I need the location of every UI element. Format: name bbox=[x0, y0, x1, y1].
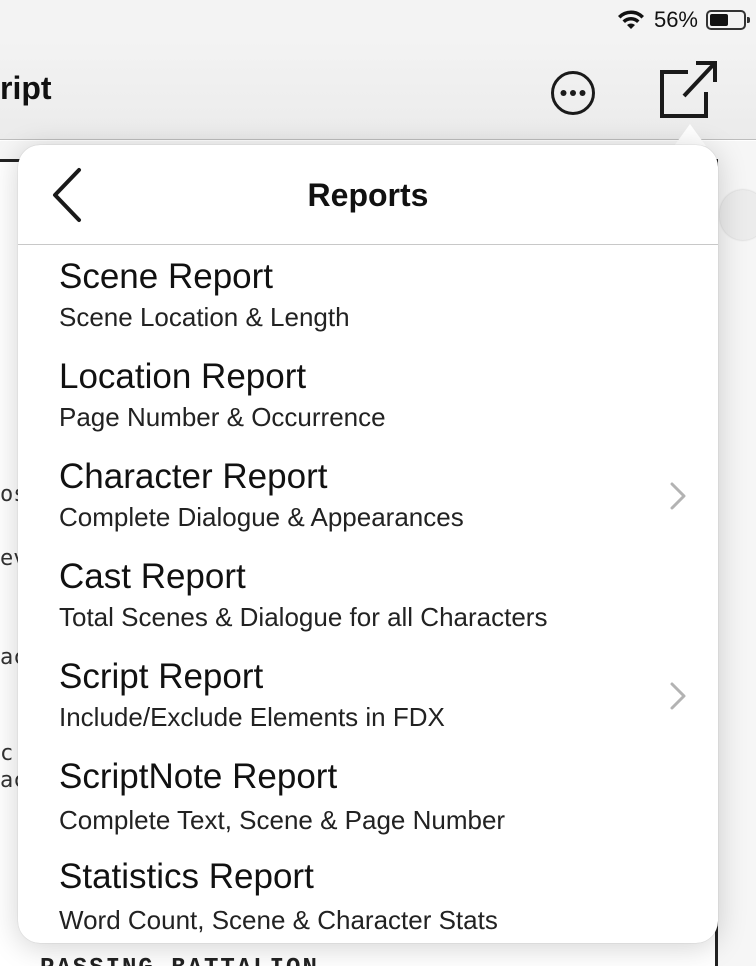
report-title: Location Report bbox=[59, 357, 307, 396]
document-title: ript bbox=[0, 70, 52, 106]
script-text-fragment: c bbox=[0, 741, 14, 766]
report-subtitle: Scene Location & Length bbox=[59, 302, 350, 332]
report-title: Character Report bbox=[59, 457, 328, 496]
report-item-location[interactable]: Location Report Page Number & Occurrence bbox=[18, 345, 718, 445]
report-subtitle: Word Count, Scene & Character Stats bbox=[59, 905, 498, 935]
battery-percentage: 56% bbox=[653, 7, 698, 32]
reports-popover: Reports Scene Report Scene Location & Le… bbox=[18, 145, 718, 943]
report-item-scriptnote[interactable]: ScriptNote Report Complete Text, Scene &… bbox=[18, 745, 718, 845]
share-export-icon bbox=[660, 61, 717, 118]
battery-level bbox=[710, 14, 728, 26]
chevron-right-icon bbox=[670, 682, 686, 710]
popover-arrow bbox=[674, 124, 706, 146]
ellipsis-circle-icon bbox=[551, 71, 595, 115]
report-title: Script Report bbox=[59, 657, 264, 696]
report-item-script[interactable]: Script Report Include/Exclude Elements i… bbox=[18, 645, 718, 745]
report-subtitle: Page Number & Occurrence bbox=[59, 402, 386, 432]
share-button[interactable] bbox=[656, 58, 720, 122]
report-subtitle: Complete Text, Scene & Page Number bbox=[59, 805, 506, 835]
report-subtitle: Complete Dialogue & Appearances bbox=[59, 502, 464, 532]
scroll-handle[interactable] bbox=[720, 190, 756, 240]
chevron-right-icon bbox=[670, 482, 686, 510]
status-indicators: 56% bbox=[616, 6, 750, 34]
report-item-cast[interactable]: Cast Report Total Scenes & Dialogue for … bbox=[18, 545, 718, 645]
wifi-icon bbox=[617, 10, 644, 29]
popover-header: Reports bbox=[18, 145, 718, 245]
report-title: Scene Report bbox=[59, 257, 274, 296]
report-title: Cast Report bbox=[59, 557, 246, 596]
report-title: Statistics Report bbox=[59, 857, 314, 896]
report-list: Scene Report Scene Location & Length Loc… bbox=[18, 245, 718, 943]
report-item-scene[interactable]: Scene Report Scene Location & Length bbox=[18, 245, 718, 345]
script-text-fragment: PASSING BATTALION bbox=[40, 955, 319, 966]
more-options-button[interactable] bbox=[550, 70, 596, 116]
status-bar: 56% bbox=[0, 0, 756, 40]
navigation-bar: ript bbox=[0, 40, 756, 140]
report-subtitle: Total Scenes & Dialogue for all Characte… bbox=[59, 602, 548, 632]
popover-title: Reports bbox=[307, 177, 429, 213]
report-item-statistics[interactable]: Statistics Report Word Count, Scene & Ch… bbox=[18, 845, 718, 943]
report-item-character[interactable]: Character Report Complete Dialogue & App… bbox=[18, 445, 718, 545]
battery-icon bbox=[706, 10, 750, 30]
report-subtitle: Include/Exclude Elements in FDX bbox=[59, 702, 445, 732]
report-title: ScriptNote Report bbox=[59, 757, 338, 796]
